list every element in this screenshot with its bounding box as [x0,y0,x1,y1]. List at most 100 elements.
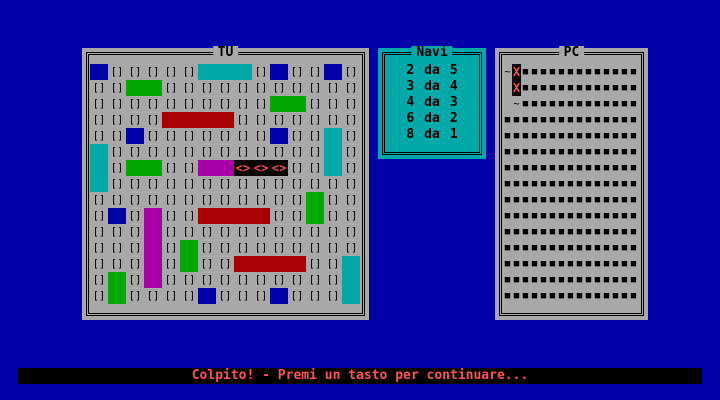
pc-unknown-cell[interactable]: ■ [584,176,593,192]
pc-unknown-cell[interactable]: ■ [557,96,566,112]
pc-unknown-cell[interactable]: ■ [575,64,584,80]
pc-unknown-cell[interactable]: ■ [575,144,584,160]
pc-unknown-cell[interactable]: ■ [539,160,548,176]
pc-unknown-cell[interactable]: ■ [593,176,602,192]
pc-unknown-cell[interactable]: ■ [530,128,539,144]
pc-unknown-cell[interactable]: ■ [557,144,566,160]
pc-unknown-cell[interactable]: ■ [503,208,512,224]
pc-unknown-cell[interactable]: ■ [530,208,539,224]
pc-unknown-cell[interactable]: ■ [566,160,575,176]
pc-hit-cell[interactable]: X [512,80,521,96]
pc-unknown-cell[interactable]: ■ [611,96,620,112]
pc-unknown-cell[interactable]: ■ [512,144,521,160]
pc-unknown-cell[interactable]: ■ [530,64,539,80]
pc-unknown-cell[interactable]: ■ [539,224,548,240]
pc-unknown-cell[interactable]: ■ [557,256,566,272]
pc-unknown-cell[interactable]: ■ [548,272,557,288]
pc-unknown-cell[interactable]: ■ [602,112,611,128]
pc-unknown-cell[interactable]: ■ [629,112,638,128]
pc-unknown-cell[interactable]: ■ [548,288,557,304]
pc-unknown-cell[interactable]: ■ [530,96,539,112]
pc-unknown-cell[interactable]: ■ [629,176,638,192]
pc-unknown-cell[interactable]: ■ [611,128,620,144]
pc-unknown-cell[interactable]: ■ [557,288,566,304]
pc-unknown-cell[interactable]: ■ [620,144,629,160]
pc-unknown-cell[interactable]: ■ [539,256,548,272]
pc-unknown-cell[interactable]: ■ [530,112,539,128]
pc-unknown-cell[interactable]: ■ [512,256,521,272]
pc-unknown-cell[interactable]: ■ [575,256,584,272]
pc-unknown-cell[interactable]: ■ [620,160,629,176]
pc-unknown-cell[interactable]: ■ [602,208,611,224]
pc-unknown-cell[interactable]: ■ [584,128,593,144]
pc-unknown-cell[interactable]: ■ [575,272,584,288]
pc-unknown-cell[interactable]: ■ [620,256,629,272]
pc-unknown-cell[interactable]: ■ [503,176,512,192]
pc-unknown-cell[interactable]: ■ [593,160,602,176]
pc-unknown-cell[interactable]: ■ [611,208,620,224]
pc-unknown-cell[interactable]: ■ [539,272,548,288]
pc-unknown-cell[interactable]: ■ [584,112,593,128]
pc-unknown-cell[interactable]: ■ [557,208,566,224]
pc-miss-cell[interactable]: ~ [512,96,521,112]
pc-unknown-cell[interactable]: ■ [530,224,539,240]
pc-unknown-cell[interactable]: ■ [530,272,539,288]
pc-unknown-cell[interactable]: ■ [620,240,629,256]
pc-unknown-cell[interactable]: ■ [611,176,620,192]
pc-unknown-cell[interactable]: ■ [575,208,584,224]
pc-unknown-cell[interactable]: ■ [593,144,602,160]
pc-unknown-cell[interactable]: ■ [611,256,620,272]
pc-unknown-cell[interactable]: ■ [566,64,575,80]
pc-unknown-cell[interactable]: ■ [620,80,629,96]
pc-unknown-cell[interactable]: ■ [512,224,521,240]
pc-unknown-cell[interactable]: ■ [557,240,566,256]
pc-unknown-cell[interactable]: ■ [557,160,566,176]
pc-unknown-cell[interactable]: ■ [521,144,530,160]
pc-unknown-cell[interactable]: ■ [602,96,611,112]
pc-unknown-cell[interactable]: ■ [593,192,602,208]
pc-unknown-cell[interactable]: ■ [593,64,602,80]
pc-unknown-cell[interactable]: ■ [575,80,584,96]
pc-unknown-cell[interactable]: ■ [512,128,521,144]
pc-unknown-cell[interactable]: ■ [584,192,593,208]
pc-unknown-cell[interactable]: ■ [512,288,521,304]
pc-unknown-cell[interactable]: ■ [548,176,557,192]
pc-unknown-cell[interactable]: ■ [512,272,521,288]
pc-unknown-cell[interactable]: ■ [503,160,512,176]
pc-unknown-cell[interactable]: ■ [629,240,638,256]
pc-unknown-cell[interactable]: ■ [521,160,530,176]
pc-unknown-cell[interactable]: ■ [629,272,638,288]
pc-unknown-cell[interactable]: ■ [512,208,521,224]
pc-unknown-cell[interactable]: ■ [629,64,638,80]
pc-unknown-cell[interactable]: ■ [620,176,629,192]
pc-unknown-cell[interactable]: ■ [584,144,593,160]
pc-unknown-cell[interactable]: ■ [620,272,629,288]
pc-unknown-cell[interactable]: ■ [521,96,530,112]
pc-unknown-cell[interactable]: ■ [548,256,557,272]
pc-unknown-cell[interactable]: ■ [620,224,629,240]
pc-unknown-cell[interactable]: ■ [566,176,575,192]
pc-unknown-cell[interactable]: ■ [557,272,566,288]
pc-unknown-cell[interactable]: ■ [584,240,593,256]
pc-unknown-cell[interactable]: ■ [620,288,629,304]
pc-empty-cell[interactable] [503,96,512,112]
pc-unknown-cell[interactable]: ■ [512,192,521,208]
pc-unknown-cell[interactable]: ■ [611,192,620,208]
pc-unknown-cell[interactable]: ■ [584,80,593,96]
pc-unknown-cell[interactable]: ■ [602,64,611,80]
pc-grid[interactable]: ~ X ■ ■ ■ ■ ■ ■ ■ ■ ■ ■ ■ ■ ■ X ■ ■ ■ ■ ■ ■ ■ ■ ■ ■ ■ ■ ■ ~ ■ ■ ■ ■ ■ ■ ■ ■ ■ ■… [503,64,638,304]
pc-unknown-cell[interactable]: ■ [602,224,611,240]
pc-unknown-cell[interactable]: ■ [557,80,566,96]
pc-unknown-cell[interactable]: ■ [584,272,593,288]
pc-unknown-cell[interactable]: ■ [593,80,602,96]
pc-unknown-cell[interactable]: ■ [566,96,575,112]
pc-unknown-cell[interactable]: ■ [503,256,512,272]
pc-unknown-cell[interactable]: ■ [629,160,638,176]
pc-unknown-cell[interactable]: ■ [629,96,638,112]
pc-unknown-cell[interactable]: ■ [602,176,611,192]
pc-unknown-cell[interactable]: ■ [503,224,512,240]
pc-unknown-cell[interactable]: ■ [539,96,548,112]
pc-unknown-cell[interactable]: ■ [575,224,584,240]
pc-unknown-cell[interactable]: ■ [521,64,530,80]
pc-unknown-cell[interactable]: ■ [629,208,638,224]
